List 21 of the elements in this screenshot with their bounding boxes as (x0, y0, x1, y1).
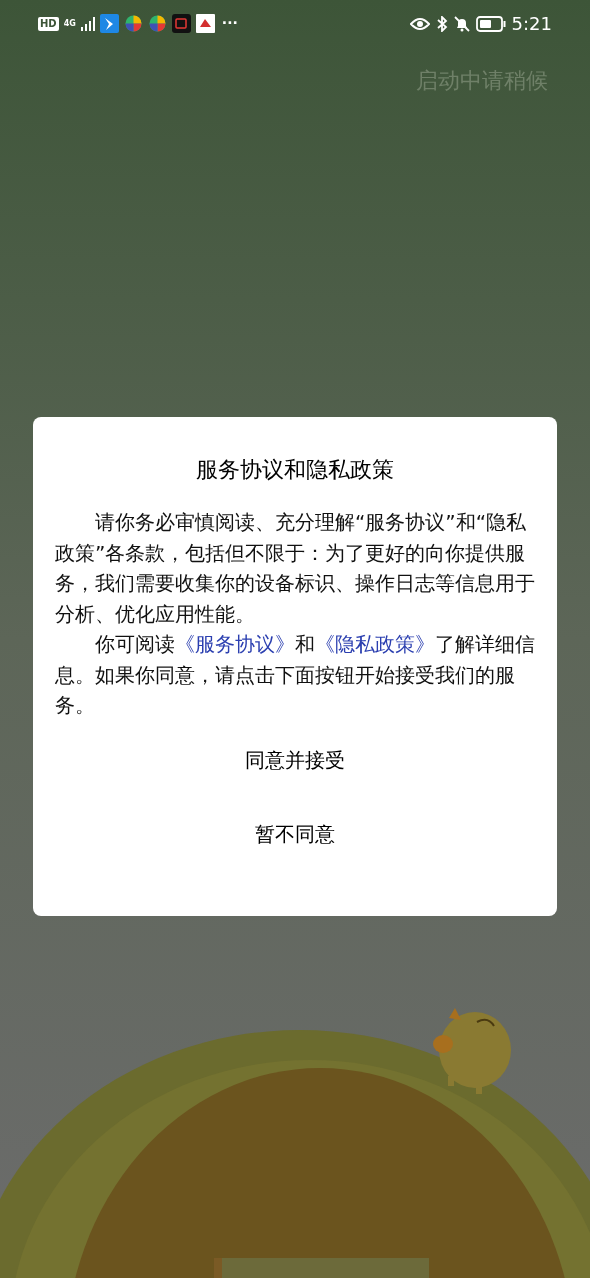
clock-time: 5:21 (511, 12, 552, 36)
app-icon (123, 14, 143, 33)
app-icon (99, 14, 119, 33)
app-icon (147, 14, 167, 33)
link[interactable]: 《服务协议》 (175, 632, 295, 656)
eye-icon (409, 16, 430, 31)
app-icon (195, 14, 215, 33)
signal-icon (80, 16, 95, 31)
paragraph: 你可阅读《服务协议》和《隐私政策》了解详细信息。如果你同意，请点击下面按钮开始接受我们的服务。 (55, 631, 535, 719)
bluetooth-icon (435, 15, 448, 32)
more-notifications: ··· (221, 14, 238, 33)
hd-badge: HD (38, 16, 59, 31)
dialog-button[interactable]: 同意并接受 (235, 742, 355, 777)
app-icon (171, 14, 191, 33)
dialog-title: 服务协议和隐私政策 (196, 456, 394, 484)
dialog-button[interactable]: 暂不同意 (245, 816, 345, 851)
link[interactable]: 《隐私政策》 (315, 632, 435, 656)
battery-icon (475, 15, 506, 32)
paragraph: 请你务必审慎阅读、充分理解“服务协议”和“隐私政策”各条款，包括但不限于：为了更好的向你提供服务，我们需要收集你的设备标识、操作日志等信息用于分析、优化应用性能。 (55, 509, 535, 628)
bell-off-icon (453, 15, 470, 32)
network-type: 4G (63, 19, 76, 28)
